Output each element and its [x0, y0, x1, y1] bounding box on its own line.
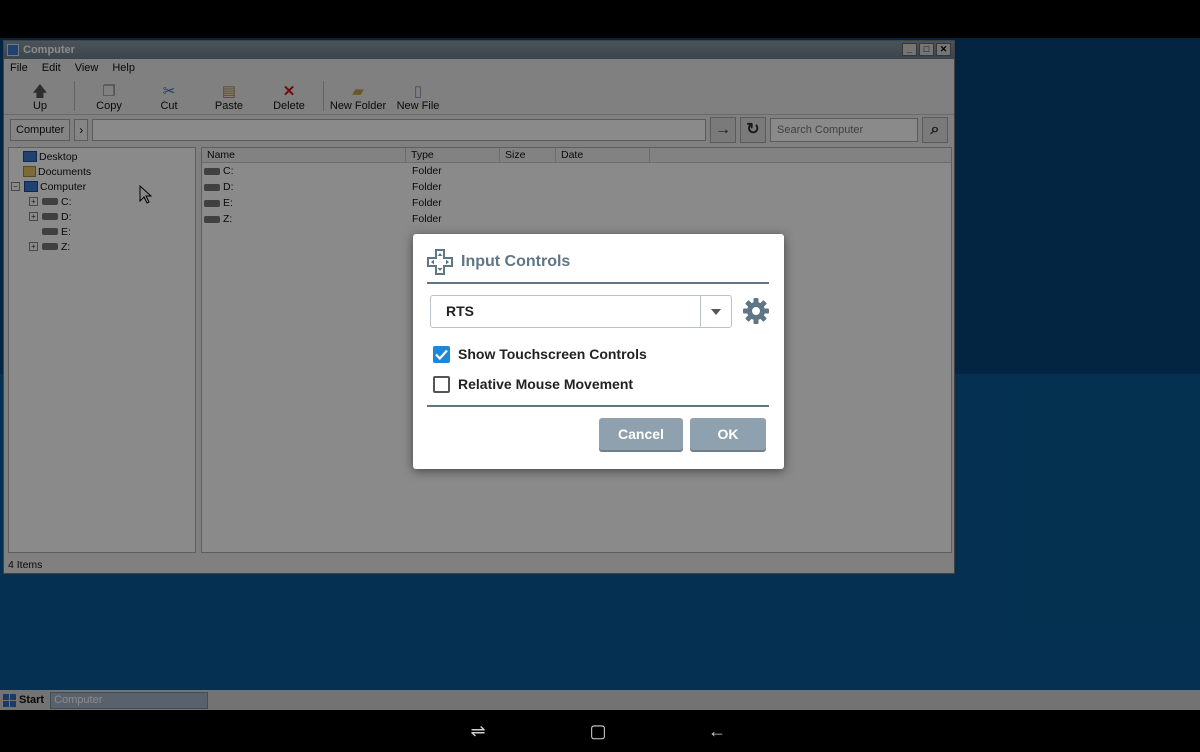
- dialog-title: Input Controls: [461, 253, 571, 270]
- android-nav-bar: ⇌ ▢ ←: [0, 710, 1200, 752]
- header-divider: [427, 282, 769, 284]
- profile-value: RTS: [446, 303, 474, 319]
- cancel-button[interactable]: Cancel: [599, 418, 683, 450]
- recent-apps-icon[interactable]: ⇌: [463, 716, 493, 746]
- dropdown-arrow-icon[interactable]: [700, 296, 731, 327]
- show-touchscreen-label: Show Touchscreen Controls: [458, 346, 647, 362]
- taskbar-overlay: [0, 690, 1200, 710]
- profile-dropdown[interactable]: RTS: [430, 295, 732, 328]
- dpad-icon: [427, 249, 453, 275]
- relative-mouse-checkbox[interactable]: [433, 375, 450, 393]
- show-touchscreen-controls-option[interactable]: Show Touchscreen Controls: [433, 344, 647, 364]
- relative-mouse-movement-option[interactable]: Relative Mouse Movement: [433, 374, 633, 394]
- ok-button[interactable]: OK: [690, 418, 766, 450]
- input-controls-dialog: Input Controls RTS Show Touchscreen Cont…: [413, 234, 784, 469]
- relative-mouse-label: Relative Mouse Movement: [458, 376, 634, 392]
- checkmark-icon: [435, 349, 448, 360]
- back-arrow-icon[interactable]: ←: [702, 716, 732, 746]
- dialog-header: Input Controls: [427, 248, 570, 276]
- home-icon[interactable]: ▢: [583, 716, 613, 746]
- gear-icon[interactable]: [742, 297, 770, 325]
- show-touchscreen-checkbox[interactable]: [433, 345, 450, 363]
- footer-divider: [427, 405, 769, 407]
